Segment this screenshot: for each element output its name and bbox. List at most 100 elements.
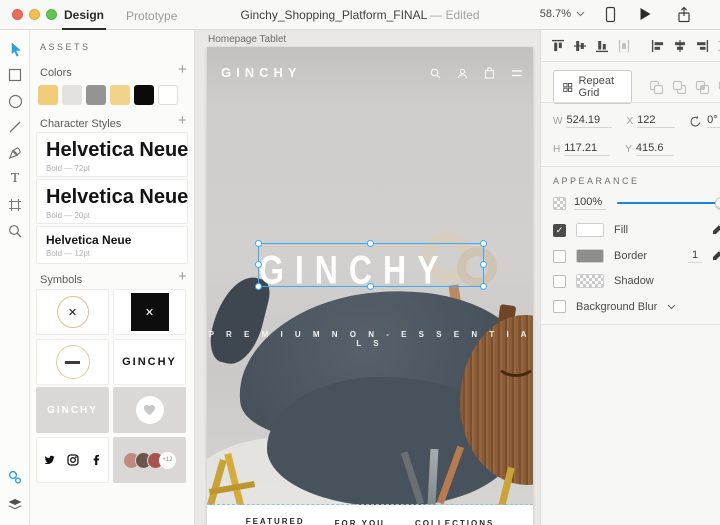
rectangle-tool-icon[interactable] xyxy=(0,62,30,88)
x-label: X xyxy=(626,116,633,127)
chevron-down-icon[interactable] xyxy=(667,304,676,310)
symbol-close-square-dark[interactable]: ✕ xyxy=(113,289,186,335)
selection-handle[interactable] xyxy=(367,283,374,290)
selection-handle[interactable] xyxy=(480,240,487,247)
boolean-subtract-icon[interactable] xyxy=(671,79,687,95)
background-blur-row: Background Blur xyxy=(553,300,720,313)
facebook-icon xyxy=(90,454,102,466)
transform-row-2: H 117.21 Y 415.6 xyxy=(553,142,720,156)
boolean-add-icon[interactable] xyxy=(648,79,664,95)
artboard-homepage-tablet[interactable]: GINCHY GINCHY P R E M I U M N O N - E S … xyxy=(207,47,533,525)
fill-row: ✓ Fill xyxy=(553,222,720,238)
rotation-input[interactable]: 0° xyxy=(707,114,720,128)
search-icon xyxy=(430,68,441,79)
border-eyedropper-icon[interactable] xyxy=(712,248,720,264)
fill-label: Fill xyxy=(614,224,628,236)
add-character-style-button[interactable]: + xyxy=(178,116,187,126)
background-blur-checkbox[interactable] xyxy=(553,300,566,313)
repeat-grid-button[interactable]: Repeat Grid xyxy=(553,70,632,104)
symbol-button-circle[interactable] xyxy=(36,339,109,385)
text-tool-icon[interactable]: T xyxy=(0,166,30,192)
shadow-color-swatch[interactable] xyxy=(576,274,604,288)
tab-collections[interactable]: COLLECTIONS xyxy=(415,519,494,525)
align-center-icon[interactable] xyxy=(673,38,688,54)
character-style-card[interactable]: Helvetica Neue Bold — 20pt xyxy=(36,179,188,224)
selection-handle[interactable] xyxy=(480,283,487,290)
color-swatch[interactable] xyxy=(134,85,154,105)
selection-bounding-box[interactable] xyxy=(258,243,484,287)
assets-panel-icon[interactable] xyxy=(7,469,23,490)
add-color-button[interactable]: + xyxy=(178,65,187,75)
color-swatch[interactable] xyxy=(110,85,130,105)
shadow-row: Shadow xyxy=(553,274,720,288)
zoom-level-control[interactable]: 58.7% xyxy=(540,8,585,20)
artboard-title[interactable]: Homepage Tablet xyxy=(208,34,286,45)
color-swatch[interactable] xyxy=(38,85,58,105)
align-right-icon[interactable] xyxy=(694,38,709,54)
artboard-tool-icon[interactable] xyxy=(0,192,30,218)
selection-handle[interactable] xyxy=(367,240,374,247)
transform-row-1: W 524.19 X 122 0° xyxy=(553,114,720,128)
selection-handle[interactable] xyxy=(255,240,262,247)
symbol-logo-light-text[interactable]: GINCHY xyxy=(36,387,109,433)
distribute-vertical-icon[interactable] xyxy=(616,38,631,54)
symbol-favorite-button[interactable] xyxy=(113,387,186,433)
align-bottom-icon[interactable] xyxy=(595,38,610,54)
opacity-slider-knob[interactable] xyxy=(715,197,720,209)
width-input[interactable]: 524.19 xyxy=(566,114,612,128)
chevron-down-icon xyxy=(576,11,585,17)
share-icon[interactable] xyxy=(676,6,694,24)
align-top-icon[interactable] xyxy=(551,38,566,54)
distribute-horizontal-icon[interactable] xyxy=(716,38,720,54)
ellipse-tool-icon[interactable] xyxy=(0,88,30,114)
y-input[interactable]: 415.6 xyxy=(636,142,674,156)
character-style-card[interactable]: Helvetica Neue Bold — 12pt xyxy=(36,226,188,264)
character-style-card[interactable]: Helvetica Neue Bold — 72pt xyxy=(36,132,188,177)
color-swatch[interactable] xyxy=(86,85,106,105)
play-preview-icon[interactable] xyxy=(638,6,656,24)
opacity-slider[interactable] xyxy=(617,202,720,204)
align-middle-icon[interactable] xyxy=(573,38,588,54)
fill-color-swatch[interactable] xyxy=(576,223,604,237)
opacity-input[interactable]: 100% xyxy=(574,196,606,210)
x-input[interactable]: 122 xyxy=(637,114,675,128)
border-color-swatch[interactable] xyxy=(576,249,604,263)
selection-handle[interactable] xyxy=(255,283,262,290)
tab-featured[interactable]: FEATURED xyxy=(246,517,305,525)
align-left-icon[interactable] xyxy=(651,38,666,54)
symbol-close-circle-light[interactable]: ✕ xyxy=(36,289,109,335)
instagram-icon xyxy=(67,454,79,466)
assets-panel: ASSETS Colors + Character Styles + Helve… xyxy=(30,30,195,525)
tab-for-you[interactable]: FOR YOU xyxy=(335,519,385,525)
border-checkbox[interactable] xyxy=(553,250,566,263)
close-icon: ✕ xyxy=(131,293,169,331)
symbol-logo-dark-text[interactable]: GINCHY xyxy=(113,339,186,385)
tool-rail: T xyxy=(0,30,30,525)
selection-handle[interactable] xyxy=(255,261,262,268)
border-width-input[interactable]: 1 xyxy=(688,249,702,263)
height-input[interactable]: 117.21 xyxy=(564,142,610,156)
line-tool-icon[interactable] xyxy=(0,114,30,140)
symbol-avatar-group[interactable]: +12 xyxy=(113,437,186,483)
boolean-intersect-icon[interactable] xyxy=(694,79,710,95)
pen-tool-icon[interactable] xyxy=(0,140,30,166)
colors-section-label: Colors xyxy=(40,67,72,79)
opacity-row: 100% xyxy=(553,196,720,212)
add-symbol-button[interactable]: + xyxy=(178,272,187,282)
fill-checkbox[interactable]: ✓ xyxy=(553,224,566,237)
canvas-pasteboard[interactable]: Homepage Tablet GINCHY xyxy=(195,30,540,525)
selection-handle[interactable] xyxy=(480,261,487,268)
select-tool-icon[interactable] xyxy=(0,36,30,62)
shadow-checkbox[interactable] xyxy=(553,275,566,288)
device-preview-icon[interactable] xyxy=(602,6,620,24)
zoom-tool-icon[interactable] xyxy=(0,218,30,244)
layers-panel-icon[interactable] xyxy=(7,498,23,517)
alignment-toolbar xyxy=(551,38,720,54)
avatar-count-badge: +12 xyxy=(159,452,176,469)
repeat-grid-row: Repeat Grid xyxy=(553,70,720,104)
symbol-social-icons[interactable] xyxy=(36,437,109,483)
fill-eyedropper-icon[interactable] xyxy=(712,222,720,238)
color-swatch[interactable] xyxy=(62,85,82,105)
hero-subtitle-text[interactable]: P R E M I U M N O N - E S S E N T I A L … xyxy=(207,330,533,348)
color-swatch[interactable] xyxy=(158,85,178,105)
